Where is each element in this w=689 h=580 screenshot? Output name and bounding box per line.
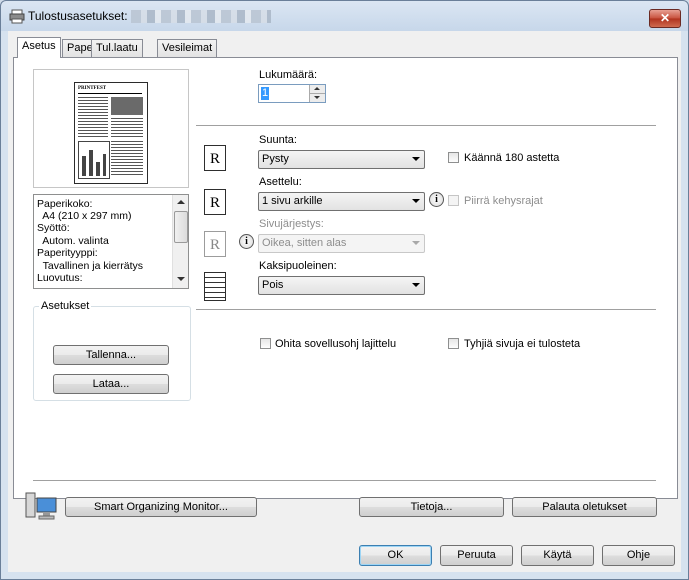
close-button[interactable]: ✕ [649,9,681,28]
draw-borders-checkbox[interactable] [448,195,459,206]
settings-group-title: Asetukset [39,300,92,312]
tab-asetus[interactable]: Asetus [17,37,61,58]
page-order-select[interactable]: Oikea, sitten alas [258,234,425,253]
load-settings-button[interactable]: Lataa... [53,374,169,394]
chevron-down-icon [412,241,420,245]
list-item: A4 (210 x 297 mm) [37,210,132,222]
chevron-down-icon [412,199,420,203]
separator [196,125,656,127]
spin-up-icon [314,87,320,90]
restore-defaults-button[interactable]: Palauta oletukset [512,497,657,517]
skip-blank-pages-label: Tyhjiä sivuja ei tulosteta [464,338,581,350]
printer-icon [9,9,25,24]
orientation-value: Pysty [262,153,289,165]
settings-summary-list[interactable]: Paperikoko: A4 (210 x 297 mm) Syöttö: Au… [33,194,189,289]
cancel-button[interactable]: Peruuta [440,545,513,566]
help-button[interactable]: Ohje [602,545,675,566]
save-settings-button[interactable]: Tallenna... [53,345,169,365]
list-item: Luovutus: [37,272,83,284]
list-scrollbar[interactable] [172,195,188,288]
list-item: Paperityyppi: [37,247,98,259]
info-icon[interactable]: i [429,192,444,207]
layout-icon: R [204,189,226,215]
draw-borders-label: Piirrä kehysrajat [464,195,543,207]
print-settings-window: Tulostusasetukset: ✕ Asetus Paperi Tul.l… [0,0,689,580]
print-preview: PRINTFEST [33,69,189,188]
skip-blank-pages-checkbox[interactable] [448,338,459,349]
tab-vesileimat[interactable]: Vesileimat [157,39,218,57]
layout-label: Asettelu: [259,176,302,188]
ignore-app-collate-checkbox[interactable] [260,338,271,349]
orientation-select[interactable]: Pysty [258,150,425,169]
orientation-label: Suunta: [259,134,297,146]
preview-text-column [78,97,108,137]
chevron-down-icon [412,157,420,161]
orientation-icon: R [204,145,226,171]
list-item: Paperikoko: [37,198,93,210]
duplex-value: Pois [262,279,284,291]
rotate-180-label: Käännä 180 astetta [464,152,560,164]
tab-panel: PRINTFEST Paperikoko: A4 (210 x 297 mm) … [13,57,678,499]
duplex-label: Kaksipuoleinen: [259,260,337,272]
preview-text-column-2 [111,118,143,137]
preview-bar-chart [78,141,110,179]
duplex-page-icon [204,272,226,301]
page-order-value: Oikea, sitten alas [262,237,347,249]
spin-up-button[interactable] [309,85,325,94]
separator [196,309,656,311]
separator [33,480,656,482]
dialog-client: Asetus Paperi Tul.laatu Vesileimat PRINT… [8,31,681,572]
duplex-select[interactable]: Pois [258,276,425,295]
preview-rule [78,93,142,94]
ignore-app-collate-label: Ohita sovellusohj lajittelu [275,338,397,350]
printer-name-redacted [131,10,271,23]
ok-button[interactable]: OK [359,545,432,566]
info-icon[interactable]: i [239,234,254,249]
page-order-label: Sivujärjestys: [259,218,324,230]
copies-value[interactable]: 1 [261,87,270,100]
preview-page: PRINTFEST [74,82,148,184]
list-item: Syöttö: [37,222,70,234]
preview-image [111,97,143,115]
list-item: Tavallinen ja kierrätys [37,260,144,272]
title-bar[interactable]: Tulostusasetukset: ✕ [1,1,688,31]
list-item: Autom. valinta [37,235,109,247]
rotate-180-checkbox[interactable] [448,152,459,163]
spin-down-button[interactable] [309,94,325,102]
chevron-down-icon [412,283,420,287]
preview-text-column-3 [111,141,143,177]
tab-tul-laatu[interactable]: Tul.laatu [91,39,143,57]
monitor-icon [25,492,57,520]
layout-value: 1 sivu arkille [262,195,323,207]
about-button[interactable]: Tietoja... [359,497,504,517]
scroll-down-icon[interactable] [177,277,185,281]
scroll-up-icon[interactable] [177,200,185,204]
layout-select[interactable]: 1 sivu arkille [258,192,425,211]
copies-spinner[interactable]: 1 [258,84,326,103]
spin-down-icon [314,96,320,99]
page-order-icon: R [204,231,226,257]
copies-label: Lukumäärä: [259,69,318,81]
scroll-thumb[interactable] [174,211,188,243]
apply-button[interactable]: Käytä [521,545,594,566]
window-title: Tulostusasetukset: [28,9,128,23]
preview-masthead: PRINTFEST [78,86,107,91]
smart-organizing-monitor-button[interactable]: Smart Organizing Monitor... [65,497,257,517]
